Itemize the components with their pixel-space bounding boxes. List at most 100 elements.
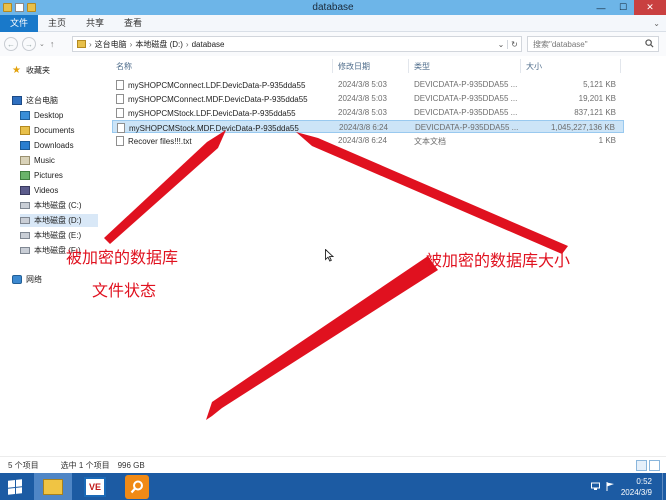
drive-icon [20, 202, 30, 209]
recent-locations-icon[interactable]: ⌄ [39, 40, 45, 48]
start-button[interactable] [0, 473, 30, 500]
close-button[interactable]: ✕ [634, 0, 666, 15]
up-button[interactable]: ↑ [50, 39, 55, 49]
folder-icon [77, 40, 86, 48]
system-clock[interactable]: 0:52 2024/3/9 [621, 476, 652, 498]
sidebar-item-label: Music [34, 156, 55, 165]
column-divider[interactable] [520, 59, 521, 73]
navigation-bar: ← → ⌄ ↑ › 这台电脑 › 本地磁盘 (D:) › database ⌄ … [0, 32, 666, 56]
tab-file[interactable]: 文件 [0, 14, 39, 32]
maximize-button[interactable]: ☐ [612, 0, 634, 15]
column-divider[interactable] [408, 59, 409, 73]
sidebar-item-this-pc[interactable]: 这台电脑 [12, 94, 58, 107]
column-header-type[interactable]: 类型 [414, 59, 430, 73]
tab-share[interactable]: 共享 [76, 15, 114, 32]
file-list: 名称 修改日期 类型 大小 mySHOPCMConnect.LDF.DevicD… [108, 56, 666, 456]
sidebar-item-desktop[interactable]: Desktop [20, 109, 63, 122]
breadcrumb-separator: › [129, 39, 133, 49]
file-row[interactable]: mySHOPCMConnect.MDF.DevicData-P-935dda55… [112, 92, 624, 105]
sidebar-item-music[interactable]: Music [20, 154, 55, 167]
file-icon [117, 123, 125, 133]
details-view-icon[interactable] [636, 459, 647, 471]
file-name: Recover files!!!.txt [128, 136, 192, 146]
sidebar-item-favorites[interactable]: ★ 收藏夹 [12, 64, 50, 77]
ribbon-tabs: 文件 主页 共享 查看 ⌄ [0, 14, 666, 32]
taskbar-file-explorer[interactable] [34, 473, 72, 500]
file-size: 19,201 KB [578, 94, 616, 103]
file-icon [116, 108, 124, 118]
ribbon-expand-icon[interactable]: ⌄ [653, 19, 660, 28]
taskbar: VE 0:52 2024/3/9 [0, 473, 666, 500]
column-divider[interactable] [332, 59, 333, 73]
sidebar-item-network[interactable]: 网络 [12, 273, 42, 286]
file-size: 837,121 KB [574, 108, 616, 117]
sidebar-item-pictures[interactable]: Pictures [20, 169, 63, 182]
window-title: database [312, 2, 354, 13]
annotation-file-size: 被加密的数据库大小 [426, 251, 571, 270]
breadcrumb-separator: › [89, 39, 92, 49]
file-date: 2024/3/8 5:03 [338, 94, 387, 103]
file-row[interactable]: mySHOPCMStock.LDF.DevicData-P-935dda55 2… [112, 106, 624, 119]
sidebar-item-drive-e[interactable]: 本地磁盘 (E:) [20, 229, 81, 242]
flag-tray-icon[interactable] [606, 482, 615, 491]
tab-view[interactable]: 查看 [114, 15, 152, 32]
sidebar-item-label: 网络 [26, 275, 42, 284]
clock-time: 0:52 [636, 476, 652, 486]
search-placeholder: 搜索"database" [533, 39, 588, 49]
file-name: mySHOPCMStock.LDF.DevicData-P-935dda55 [128, 108, 296, 118]
breadcrumb-this-pc[interactable]: 这台电脑 [95, 39, 127, 50]
file-row[interactable]: Recover files!!!.txt 2024/3/8 6:24 文本文档 … [112, 134, 624, 147]
column-header-size[interactable]: 大小 [526, 59, 542, 73]
address-dropdown-icon[interactable]: ⌄ [495, 40, 507, 49]
sidebar-item-label: Pictures [34, 171, 63, 180]
documents-icon [20, 126, 30, 135]
file-type: DEVICDATA-P-935DDA55 ... [415, 123, 519, 132]
tab-home[interactable]: 主页 [38, 15, 76, 32]
sidebar-item-label: Downloads [34, 141, 74, 150]
sidebar-item-label: 本地磁盘 (E:) [34, 231, 82, 240]
mouse-cursor-icon [325, 248, 335, 265]
forward-button[interactable]: → [22, 37, 36, 51]
search-icon [645, 38, 654, 50]
taskbar-ve-app[interactable]: VE [76, 473, 114, 500]
pictures-icon [20, 171, 30, 180]
file-icon [116, 80, 124, 90]
file-row-selected[interactable]: mySHOPCMStock.MDF.DevicData-P-935dda55 2… [112, 120, 624, 133]
column-header-name[interactable]: 名称 [116, 59, 132, 73]
annotation-file-status-line1: 被加密的数据库 [66, 248, 179, 267]
file-explorer-icon [43, 478, 63, 495]
sidebar-item-documents[interactable]: Documents [20, 124, 74, 137]
search-input[interactable]: 搜索"database" [527, 36, 659, 52]
file-size: 1 KB [598, 136, 616, 145]
column-header-date[interactable]: 修改日期 [338, 59, 370, 73]
sidebar-item-drive-d[interactable]: 本地磁盘 (D:) [20, 214, 98, 227]
file-icon [116, 94, 124, 104]
sidebar-item-videos[interactable]: Videos [20, 184, 58, 197]
network-icon [12, 275, 22, 284]
file-date: 2024/3/8 6:24 [338, 136, 387, 145]
drive-icon [20, 247, 30, 254]
file-row[interactable]: mySHOPCMConnect.LDF.DevicData-P-935dda55… [112, 78, 624, 91]
network-tray-icon[interactable] [590, 482, 600, 491]
file-date: 2024/3/8 6:24 [339, 123, 388, 132]
file-size: 5,121 KB [583, 80, 616, 89]
breadcrumb-drive-d[interactable]: 本地磁盘 (D:) [135, 39, 183, 50]
taskbar-search-tool[interactable] [118, 473, 156, 500]
refresh-icon[interactable]: ↻ [507, 39, 521, 49]
file-type: DEVICDATA-P-935DDA55 ... [414, 108, 518, 117]
breadcrumb-database[interactable]: database [192, 40, 225, 49]
show-desktop-button[interactable] [662, 473, 666, 500]
status-selected-count: 选中 1 个项目 [60, 460, 110, 470]
downloads-icon [20, 141, 30, 150]
column-divider[interactable] [620, 59, 621, 73]
back-button[interactable]: ← [4, 37, 18, 51]
desktop-icon [20, 111, 30, 120]
drive-icon [20, 232, 30, 239]
address-bar[interactable]: › 这台电脑 › 本地磁盘 (D:) › database ⌄ ↻ [72, 36, 522, 52]
annotation-file-status-line2: 文件状态 [92, 281, 157, 300]
sidebar-item-drive-c[interactable]: 本地磁盘 (C:) [20, 199, 82, 212]
large-icons-view-icon[interactable] [649, 459, 660, 471]
computer-icon [12, 96, 22, 105]
minimize-button[interactable]: — [590, 0, 612, 15]
sidebar-item-downloads[interactable]: Downloads [20, 139, 74, 152]
